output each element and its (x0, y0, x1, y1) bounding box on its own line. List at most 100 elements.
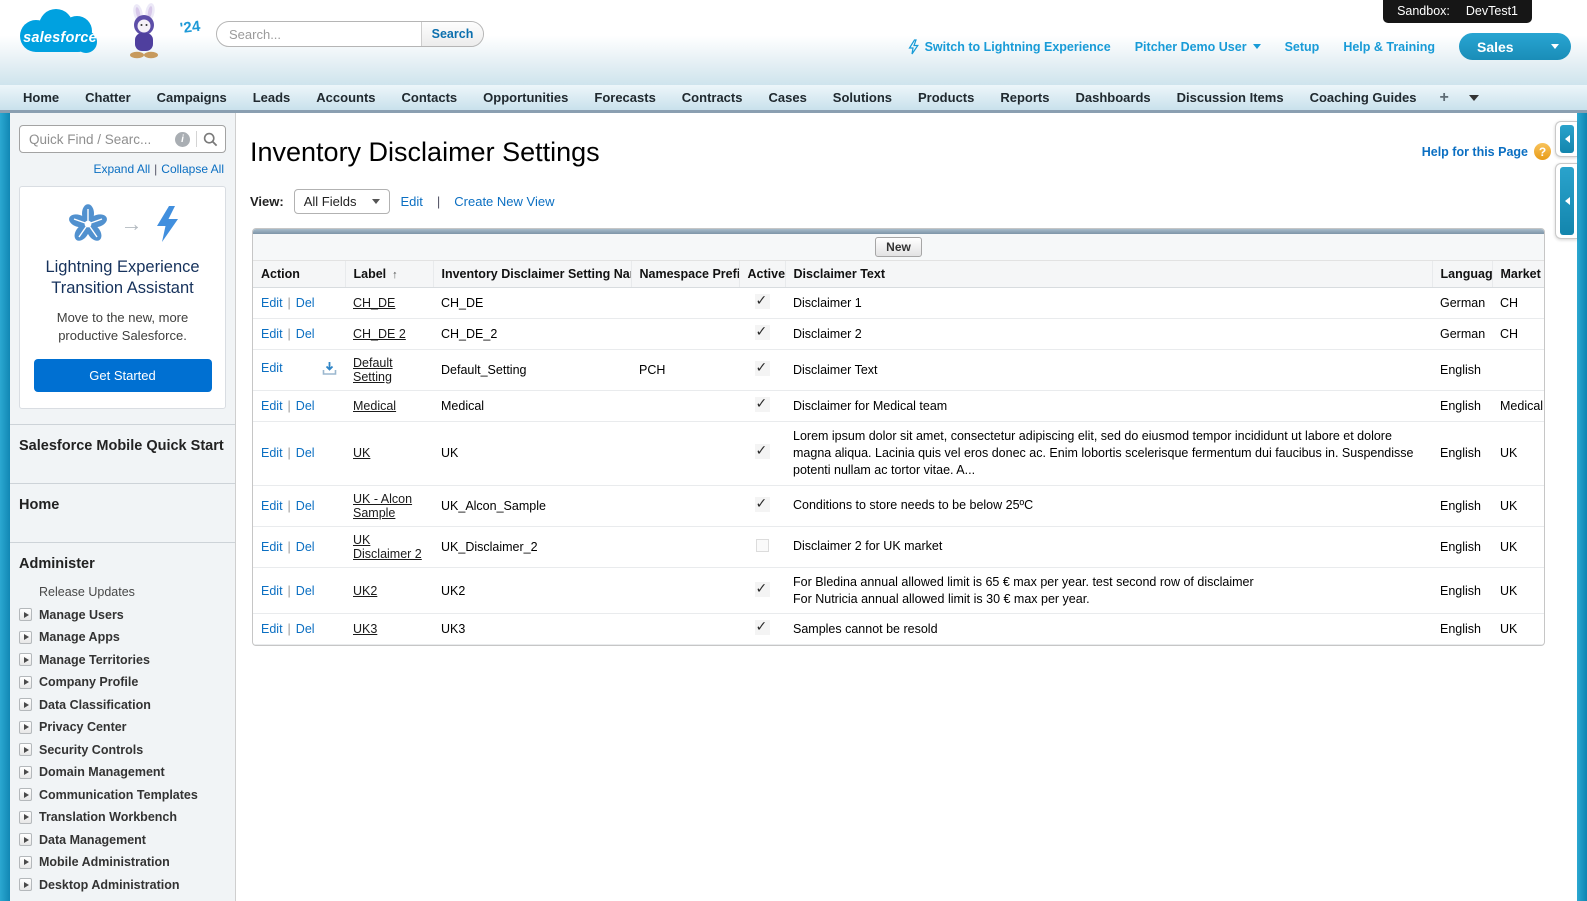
expand-arrow-icon[interactable] (19, 608, 32, 621)
tab-home[interactable]: Home (10, 87, 72, 108)
collapse-all-link[interactable]: Collapse All (161, 162, 224, 176)
sidebar-item-translation-workbench[interactable]: Translation Workbench (19, 810, 226, 824)
info-icon[interactable] (175, 132, 190, 147)
sidebar-item-manage-territories[interactable]: Manage Territories (19, 653, 226, 667)
view-select[interactable]: All Fields (294, 189, 391, 214)
help-training-link[interactable]: Help & Training (1343, 40, 1435, 54)
view-edit-link[interactable]: Edit (400, 194, 422, 209)
switch-to-lightning-link[interactable]: Switch to Lightning Experience (908, 39, 1111, 55)
tab-overflow-caret-icon[interactable] (1469, 95, 1479, 101)
tab-opportunities[interactable]: Opportunities (470, 87, 581, 108)
del-link[interactable]: Del (296, 622, 315, 636)
col-header-inventory-disclaimer-setting-name[interactable]: Inventory Disclaimer Setting Name (433, 261, 631, 288)
sidebar-item-manage-apps[interactable]: Manage Apps (19, 630, 226, 644)
setting-label-link[interactable]: Default Setting (353, 356, 393, 384)
tab-campaigns[interactable]: Campaigns (144, 87, 240, 108)
sidebar-item-company-profile[interactable]: Company Profile (19, 675, 226, 689)
right-sidebar-collapse-handle[interactable] (1555, 163, 1577, 239)
setting-label-link[interactable]: UK Disclaimer 2 (353, 533, 422, 561)
salesforce-logo[interactable]: salesforce (14, 5, 106, 63)
expand-arrow-icon[interactable] (19, 676, 32, 689)
add-tab-icon[interactable] (1439, 90, 1448, 106)
sidebar-heading-mobile-quick-start[interactable]: Salesforce Mobile Quick Start (19, 438, 226, 454)
search-icon[interactable] (203, 132, 218, 147)
sidebar-heading-home[interactable]: Home (19, 497, 226, 513)
sidebar-item-data-management[interactable]: Data Management (19, 833, 226, 847)
col-header-label[interactable]: Label (345, 261, 433, 288)
expand-arrow-icon[interactable] (19, 833, 32, 846)
sidebar-item-manage-users[interactable]: Manage Users (19, 608, 226, 622)
setting-label-link[interactable]: CH_DE (353, 296, 395, 310)
edit-link[interactable]: Edit (261, 399, 283, 413)
del-link[interactable]: Del (296, 327, 315, 341)
tab-cases[interactable]: Cases (755, 87, 819, 108)
sidebar-item-domain-management[interactable]: Domain Management (19, 765, 226, 779)
col-header-language[interactable]: Language (1432, 261, 1492, 288)
expand-arrow-icon[interactable] (19, 698, 32, 711)
sidebar-item-data-classification[interactable]: Data Classification (19, 698, 226, 712)
setting-label-link[interactable]: UK (353, 446, 370, 460)
tab-contacts[interactable]: Contacts (389, 87, 471, 108)
tab-discussion-items[interactable]: Discussion Items (1164, 87, 1297, 108)
create-new-view-link[interactable]: Create New View (454, 194, 554, 209)
del-link[interactable]: Del (296, 296, 315, 310)
sidebar-item-mobile-administration[interactable]: Mobile Administration (19, 855, 226, 869)
edit-link[interactable]: Edit (261, 622, 283, 636)
quick-find-input[interactable] (27, 131, 175, 148)
expand-arrow-icon[interactable] (19, 811, 32, 824)
search-button[interactable]: Search (421, 22, 483, 46)
edit-link[interactable]: Edit (261, 296, 283, 310)
sidebar-item-security-controls[interactable]: Security Controls (19, 743, 226, 757)
expand-arrow-icon[interactable] (19, 856, 32, 869)
expand-arrow-icon[interactable] (19, 766, 32, 779)
edit-link[interactable]: Edit (261, 540, 283, 554)
col-header-disclaimer-text[interactable]: Disclaimer Text (785, 261, 1432, 288)
setup-link[interactable]: Setup (1285, 40, 1320, 54)
sidebar-item-desktop-administration[interactable]: Desktop Administration (19, 878, 226, 892)
edit-link[interactable]: Edit (261, 361, 283, 375)
sidebar-item-privacy-center[interactable]: Privacy Center (19, 720, 226, 734)
tab-products[interactable]: Products (905, 87, 987, 108)
del-link[interactable]: Del (296, 446, 315, 460)
edit-link[interactable]: Edit (261, 584, 283, 598)
expand-arrow-icon[interactable] (19, 721, 32, 734)
col-header-namespace-prefix[interactable]: Namespace Prefix (631, 261, 739, 288)
setting-label-link[interactable]: Medical (353, 399, 396, 413)
setting-label-link[interactable]: CH_DE 2 (353, 327, 406, 341)
col-header-market[interactable]: Market (1492, 261, 1544, 288)
left-collapse-rail[interactable] (0, 113, 10, 901)
expand-arrow-icon[interactable] (19, 743, 32, 756)
expand-arrow-icon[interactable] (19, 878, 32, 891)
del-link[interactable]: Del (296, 399, 315, 413)
help-question-icon[interactable] (1534, 143, 1551, 160)
setting-label-link[interactable]: UK3 (353, 622, 377, 636)
tab-contracts[interactable]: Contracts (669, 87, 756, 108)
sidebar-item-release-updates[interactable]: Release Updates (19, 585, 226, 599)
get-started-button[interactable]: Get Started (34, 359, 212, 392)
user-menu[interactable]: Pitcher Demo User (1135, 40, 1261, 54)
edit-link[interactable]: Edit (261, 499, 283, 513)
right-collapse-rail[interactable] (1577, 113, 1587, 901)
expand-arrow-icon[interactable] (19, 631, 32, 644)
new-button[interactable]: New (875, 237, 922, 257)
tab-dashboards[interactable]: Dashboards (1062, 87, 1163, 108)
tab-accounts[interactable]: Accounts (303, 87, 388, 108)
del-link[interactable]: Del (296, 540, 315, 554)
tab-leads[interactable]: Leads (240, 87, 304, 108)
app-menu-button[interactable]: Sales (1459, 33, 1571, 60)
right-sidebar-collapse-handle[interactable] (1555, 121, 1577, 157)
tab-chatter[interactable]: Chatter (72, 87, 144, 108)
edit-link[interactable]: Edit (261, 446, 283, 460)
tab-forecasts[interactable]: Forecasts (581, 87, 668, 108)
sidebar-item-communication-templates[interactable]: Communication Templates (19, 788, 226, 802)
expand-arrow-icon[interactable] (19, 653, 32, 666)
del-link[interactable]: Del (296, 499, 315, 513)
tab-coaching-guides[interactable]: Coaching Guides (1297, 87, 1430, 108)
del-link[interactable]: Del (296, 584, 315, 598)
col-header-active[interactable]: Active (739, 261, 785, 288)
edit-link[interactable]: Edit (261, 327, 283, 341)
setting-label-link[interactable]: UK2 (353, 584, 377, 598)
col-header-action[interactable]: Action (253, 261, 345, 288)
tab-solutions[interactable]: Solutions (820, 87, 905, 108)
search-input[interactable] (217, 22, 421, 46)
